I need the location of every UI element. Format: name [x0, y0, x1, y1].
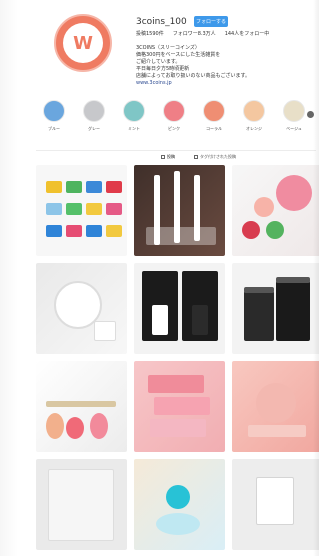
highlight-label: オレンジ — [246, 126, 262, 131]
tab-posts[interactable]: 投稿 — [161, 154, 175, 160]
story-highlights: ブルー グレー ミント ピンク コーラル オレンジ ベージュ — [38, 100, 316, 140]
tomato — [242, 221, 260, 239]
profile-bio: 3COINS（スリーコインズ） 価格300円をベースにした生活雑貨を ご紹介して… — [136, 45, 250, 87]
clip-red — [106, 181, 122, 193]
profile-header: W 3coins_100 フォローする 投稿1590件 フォロワー8.3万人 1… — [18, 0, 319, 90]
clip-light-blue — [46, 203, 62, 215]
notebook-1 — [148, 375, 204, 393]
pink-animal — [256, 383, 296, 423]
post-tile-dog-clips[interactable] — [36, 165, 127, 256]
left-page-gutter — [0, 0, 18, 556]
post-tile-pink-decor[interactable] — [232, 361, 319, 452]
white-letters-card — [48, 469, 114, 541]
grid-icon — [161, 155, 165, 159]
bio-line-4: 平日毎日夕方5時頃更新 — [136, 66, 190, 72]
bio-line-5: 店舗によってお取り扱いのない商品もございます。 — [136, 73, 250, 79]
tumbler-lid-1 — [244, 287, 274, 293]
post-tile-popsicles[interactable] — [134, 165, 225, 256]
tumbler-lid-2 — [276, 277, 310, 283]
instagram-profile-page: W 3coins_100 フォローする 投稿1590件 フォロワー8.3万人 1… — [18, 0, 319, 556]
following-count[interactable]: 144人をフォロー中 — [225, 30, 270, 37]
post-tile-notebooks[interactable] — [134, 361, 225, 452]
highlight-mint[interactable]: ミント — [118, 100, 150, 132]
highlight-pink[interactable]: ピンク — [158, 100, 190, 132]
highlight-gray[interactable]: グレー — [78, 100, 110, 132]
tag-icon — [194, 155, 198, 159]
profile-avatar[interactable]: W — [54, 14, 112, 72]
tab-tagged[interactable]: タグ付けされた投稿 — [194, 154, 236, 160]
clip-green — [66, 181, 82, 193]
cosmetic-brush — [46, 401, 116, 407]
blue-item — [166, 485, 190, 509]
soft-blue — [156, 513, 200, 535]
highlight-label: ベージュ — [286, 126, 302, 131]
highlight-beige[interactable]: ベージュ — [278, 100, 310, 132]
post-tile-phone-stand[interactable] — [134, 263, 225, 354]
clip-blue-3 — [86, 225, 102, 237]
posts-grid — [36, 165, 319, 556]
black-item — [192, 305, 208, 335]
highlight-coral[interactable]: コーラル — [198, 100, 230, 132]
pink-lid — [276, 175, 312, 211]
highlight-label: ミント — [128, 126, 140, 131]
clip-blue — [86, 181, 102, 193]
veg — [266, 221, 284, 239]
clip-yellow-2 — [86, 203, 102, 215]
clip-yellow-3 — [106, 225, 122, 237]
tab-tagged-label: タグ付けされた投稿 — [200, 154, 236, 159]
highlight-orange[interactable]: オレンジ — [238, 100, 270, 132]
notebook-2 — [154, 397, 210, 415]
clip-blue-2 — [46, 225, 62, 237]
followers-count[interactable]: フォロワー8.3万人 — [173, 30, 216, 37]
posts-count: 投稿1590件 — [136, 31, 164, 37]
post-tile-tableware[interactable] — [36, 263, 127, 354]
highlight-circle — [163, 100, 185, 122]
highlight-circle — [203, 100, 225, 122]
highlight-circle — [243, 100, 265, 122]
profile-tabs: 投稿 タグ付けされた投稿 — [36, 150, 316, 161]
highlight-circle — [43, 100, 65, 122]
white-cup — [94, 321, 116, 341]
bio-line-2: 価格300円をベースにした生活雑貨を — [136, 52, 221, 58]
sponge-orange — [46, 413, 64, 439]
highlight-label: コーラル — [206, 126, 222, 131]
highlight-circle — [123, 100, 145, 122]
highlight-circle — [283, 100, 305, 122]
profile-username: 3coins_100 — [136, 17, 187, 27]
tab-posts-label: 投稿 — [167, 154, 175, 159]
post-tile-sponges[interactable] — [36, 361, 127, 452]
food-item — [254, 197, 274, 217]
post-tile-food-picks[interactable] — [232, 165, 319, 256]
bio-line-1: 3COINS（スリーコインズ） — [136, 45, 200, 51]
highlight-circle — [83, 100, 105, 122]
post-tile-tumblers[interactable] — [232, 263, 319, 354]
notebook-3 — [150, 419, 206, 437]
avatar-logo: W — [63, 23, 103, 63]
clip-green-2 — [66, 203, 82, 215]
right-edge-shadow — [313, 0, 319, 556]
profile-link[interactable]: www.3coins.jp — [136, 80, 250, 87]
clip-pink-2 — [66, 225, 82, 237]
highlight-label: ブルー — [48, 126, 60, 131]
post-tile-letters[interactable] — [36, 459, 127, 550]
bio-line-3: ご紹介しています。 — [136, 59, 181, 65]
white-chair — [256, 477, 294, 525]
tumbler-2 — [276, 281, 310, 341]
clip-pink — [106, 203, 122, 215]
post-tile-chair[interactable] — [232, 459, 319, 550]
sponge-rose — [90, 413, 108, 439]
highlight-blue[interactable]: ブルー — [38, 100, 70, 132]
clip-yellow — [46, 181, 62, 193]
follow-button[interactable]: フォローする — [194, 16, 228, 27]
profile-stats: 投稿1590件 フォロワー8.3万人 144人をフォロー中 — [136, 30, 269, 37]
post-tile-bath-items[interactable] — [134, 459, 225, 550]
tumbler-1 — [244, 291, 274, 341]
pink-shelf — [248, 425, 306, 437]
white-item — [152, 305, 168, 335]
highlight-label: ピンク — [168, 126, 180, 131]
sponge-pink — [66, 417, 84, 439]
popsicle-tray — [146, 227, 216, 245]
highlight-label: グレー — [88, 126, 100, 131]
